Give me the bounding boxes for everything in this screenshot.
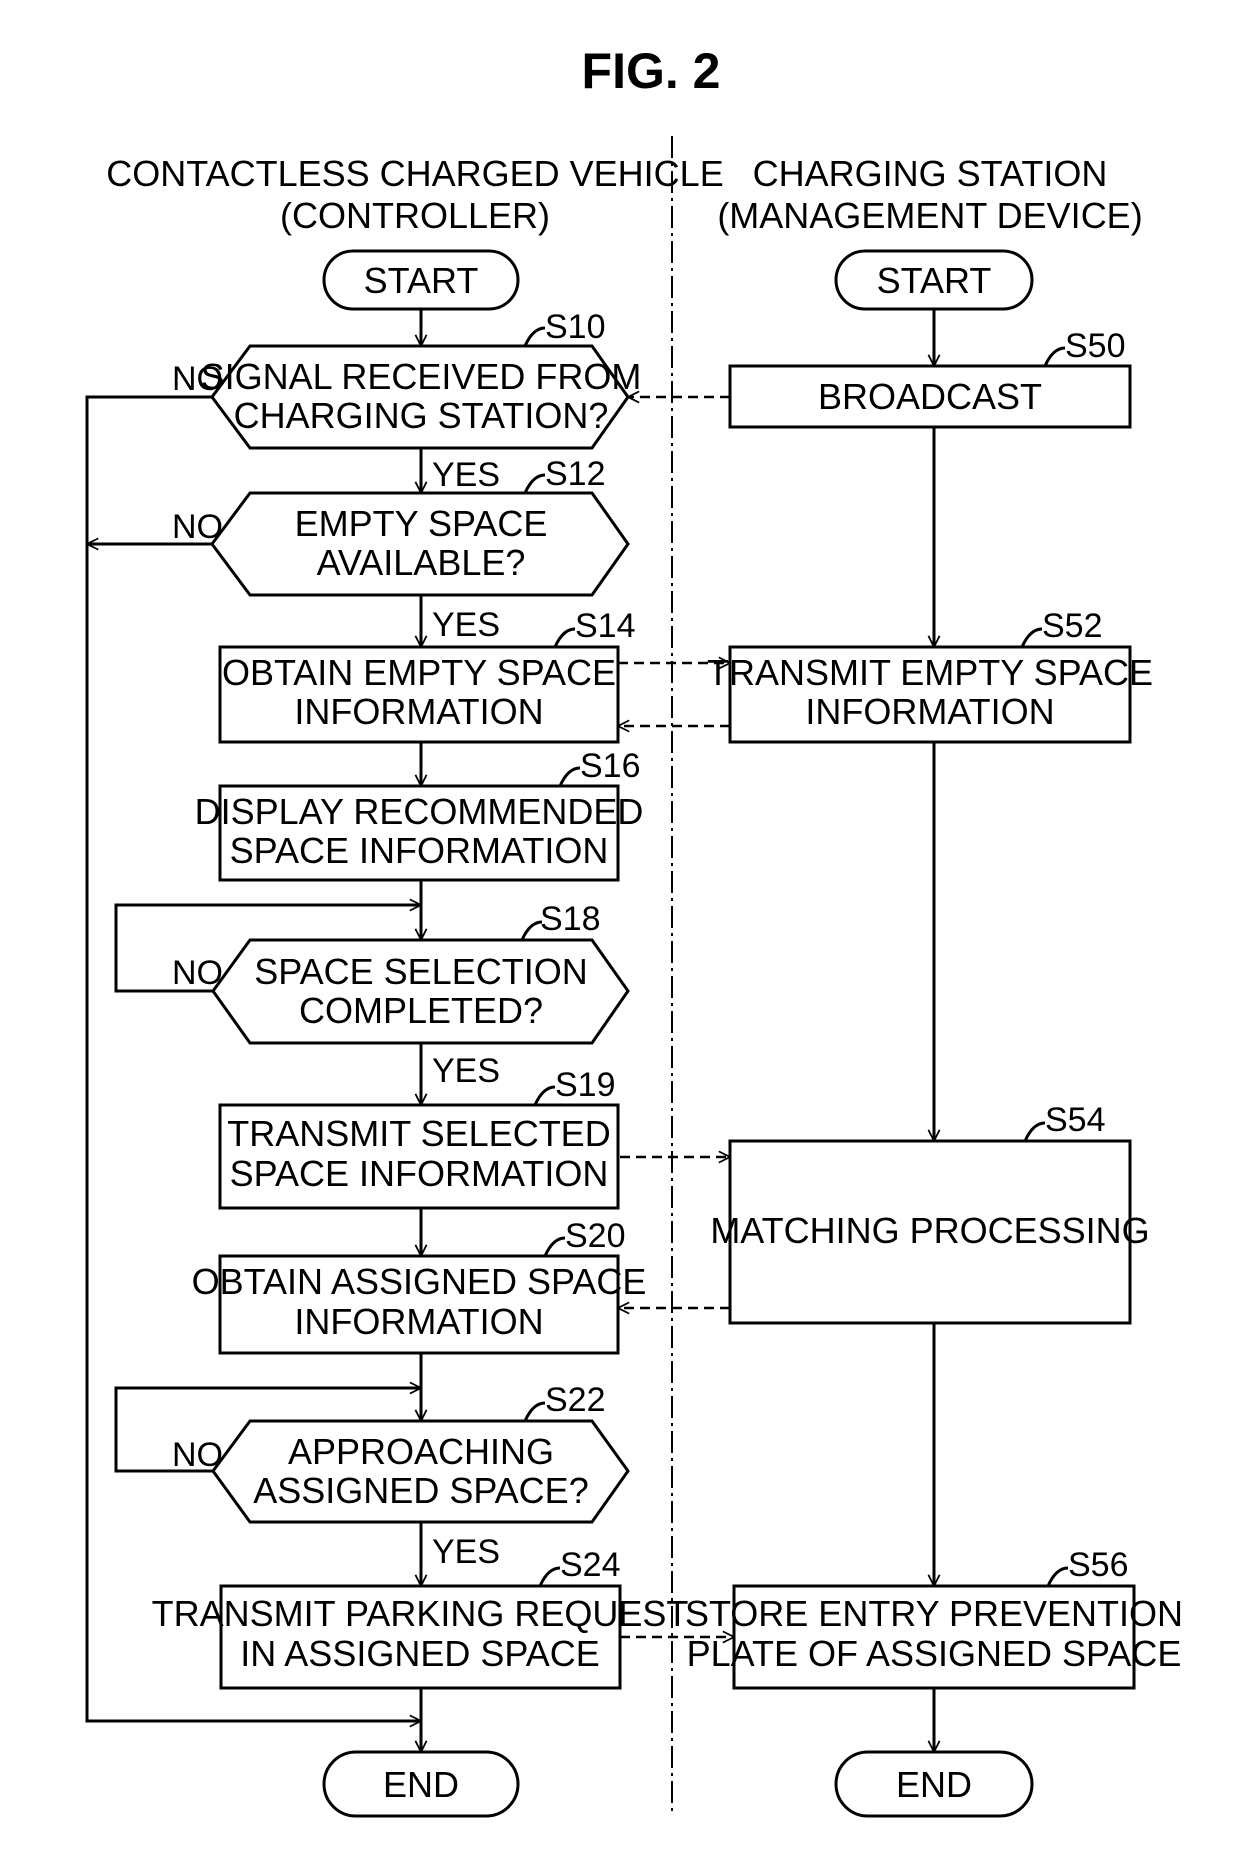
- s22-leader: [523, 1401, 546, 1422]
- s20-step-id: S20: [565, 1217, 626, 1255]
- s14-step-id: S14: [575, 607, 636, 645]
- s16-leader: [558, 766, 581, 787]
- s56-leader: [1046, 1566, 1069, 1587]
- s54-text: MATCHING PROCESSING: [710, 1210, 1149, 1251]
- s24-text-line2: IN ASSIGNED SPACE: [240, 1633, 599, 1674]
- s24-leader: [538, 1566, 561, 1587]
- left-lane-subtitle: (CONTROLLER): [280, 195, 550, 236]
- s54-step-id: S54: [1045, 1101, 1106, 1139]
- s54-leader: [1023, 1121, 1046, 1142]
- s24-step-id: S24: [560, 1546, 621, 1584]
- s22-yes-label: YES: [432, 1533, 500, 1571]
- s14-leader: [553, 627, 576, 648]
- s56-text-line1: STORE ENTRY PREVENTION: [685, 1593, 1183, 1634]
- s52-leader: [1020, 627, 1043, 648]
- s12-no-label: NO: [172, 508, 223, 546]
- s22-no-label: NO: [172, 1436, 223, 1474]
- s18-yes-label: YES: [432, 1052, 500, 1090]
- s14-text-line2: INFORMATION: [294, 691, 543, 732]
- s20-text-line2: INFORMATION: [294, 1301, 543, 1342]
- left-start-label: START: [364, 260, 479, 301]
- left-lane-title: CONTACTLESS CHARGED VEHICLE: [106, 153, 723, 194]
- s50-step-id: S50: [1065, 327, 1126, 365]
- s10-text-line1: SIGNAL RECEIVED FROM: [201, 356, 642, 397]
- s10-yes-label: YES: [432, 456, 500, 494]
- right-start-label: START: [877, 260, 992, 301]
- s52-step-id: S52: [1042, 607, 1103, 645]
- s14-text-line1: OBTAIN EMPTY SPACE: [222, 652, 616, 693]
- s18-text-line1: SPACE SELECTION: [254, 951, 587, 992]
- s12-leader: [523, 473, 546, 494]
- s18-leader: [520, 920, 543, 941]
- left-end-label: END: [383, 1764, 459, 1805]
- s19-text-line2: SPACE INFORMATION: [230, 1153, 609, 1194]
- right-lane-subtitle: (MANAGEMENT DEVICE): [717, 195, 1142, 236]
- s19-text-line1: TRANSMIT SELECTED: [227, 1113, 610, 1154]
- s19-step-id: S19: [555, 1066, 616, 1104]
- s10-text-line2: CHARGING STATION?: [234, 395, 609, 436]
- s10-step-id: S10: [545, 308, 606, 346]
- s12-yes-label: YES: [432, 606, 500, 644]
- s22-step-id: S22: [545, 1381, 606, 1419]
- s19-leader: [533, 1085, 556, 1106]
- s50-leader: [1043, 346, 1066, 367]
- s20-leader: [543, 1236, 566, 1257]
- s18-text-line2: COMPLETED?: [299, 990, 543, 1031]
- s22-text-line1: APPROACHING: [288, 1431, 554, 1472]
- s56-step-id: S56: [1068, 1546, 1129, 1584]
- right-lane-title: CHARGING STATION: [753, 153, 1108, 194]
- right-end-label: END: [896, 1764, 972, 1805]
- flowchart: FIG. 2 CONTACTLESS CHARGED VEHICLE (CONT…: [85, 43, 1183, 1818]
- s52-text-line1: TRANSMIT EMPTY SPACE: [707, 652, 1153, 693]
- s18-no-label: NO: [172, 954, 223, 992]
- s10-no-label: NO: [172, 360, 223, 398]
- s18-step-id: S18: [540, 900, 601, 938]
- figure-title: FIG. 2: [582, 43, 721, 99]
- s16-step-id: S16: [580, 747, 641, 785]
- s22-text-line2: ASSIGNED SPACE?: [253, 1470, 588, 1511]
- s16-text-line2: SPACE INFORMATION: [230, 830, 609, 871]
- s16-text-line1: DISPLAY RECOMMENDED: [195, 791, 644, 832]
- s12-text-line1: EMPTY SPACE: [295, 503, 548, 544]
- s56-text-line2: PLATE OF ASSIGNED SPACE: [687, 1633, 1182, 1674]
- s20-text-line1: OBTAIN ASSIGNED SPACE: [192, 1261, 647, 1302]
- s24-text-line1: TRANSMIT PARKING REQUEST: [152, 1593, 689, 1634]
- s10-leader: [523, 326, 546, 347]
- s52-text-line2: INFORMATION: [805, 691, 1054, 732]
- s12-text-line2: AVAILABLE?: [317, 542, 526, 583]
- s50-text: BROADCAST: [818, 376, 1042, 417]
- s12-step-id: S12: [545, 455, 606, 493]
